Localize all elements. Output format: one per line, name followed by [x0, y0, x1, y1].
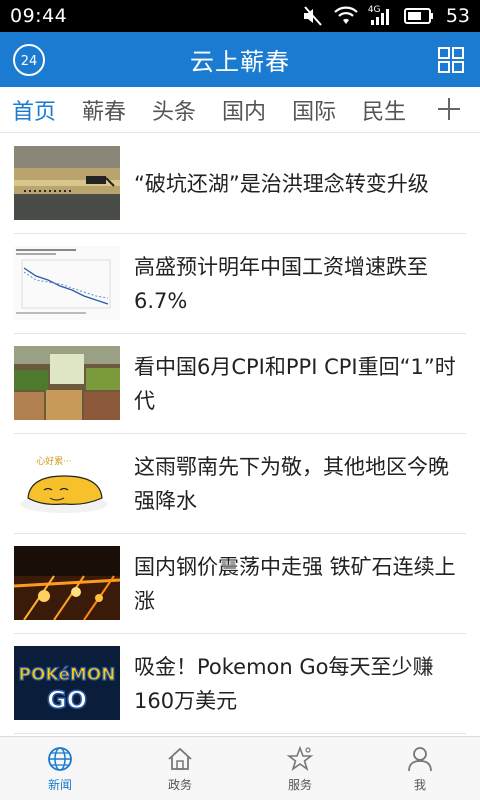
bottom-nav: 新闻 政务 服务 我 — [0, 736, 480, 800]
news-item[interactable]: “破坑还湖”是治洪理念转变升级 — [14, 134, 466, 234]
news-list: “破坑还湖”是治洪理念转变升级 高盛预计明年中国工资增速跌至6.7% 看中国6月… — [0, 134, 480, 734]
vegetable-market-photo — [14, 346, 120, 420]
news-title: 吸金！Pokemon Go每天至少赚160万美元 — [134, 655, 434, 713]
lake-excavator-photo — [14, 146, 120, 220]
tab-domestic[interactable]: 国内 — [222, 94, 266, 126]
cartoon-caption: 心好累··· — [36, 455, 72, 467]
nav-services-label: 服务 — [287, 777, 312, 792]
tab-international[interactable]: 国际 — [292, 94, 336, 126]
status-time: 09:44 — [10, 5, 68, 27]
star-icon — [286, 745, 314, 771]
page-title: 云上蕲春 — [190, 48, 290, 76]
news-title: 国内钢价震荡中走强 铁矿石连续上涨 — [134, 555, 456, 613]
news-title: 这雨鄂南先下为敬，其他地区今晚强降水 — [134, 455, 449, 513]
battery-level: 53 — [445, 5, 470, 27]
status-bar: 09:44 4G 53 — [0, 0, 480, 32]
channel-tabs: 首页 蕲春 头条 国内 国际 民生 — [0, 87, 480, 133]
pokemon-go-logo: POKéMON GO — [14, 646, 120, 720]
plus-icon[interactable] — [436, 96, 462, 122]
lazy-egg-cartoon: 心好累··· — [14, 446, 120, 520]
pokemon-logo-bottom: GO — [47, 686, 87, 714]
app-header: 24 云上蕲春 — [0, 32, 480, 87]
app-logo-icon[interactable]: 24 — [12, 43, 46, 77]
mute-icon — [303, 6, 322, 26]
nav-news-label: 新闻 — [47, 777, 72, 792]
status-icons: 4G 53 — [302, 5, 470, 27]
news-item[interactable]: 国内钢价震荡中走强 铁矿石连续上涨 — [14, 534, 466, 634]
nav-news[interactable]: 新闻 — [0, 737, 120, 800]
tab-home[interactable]: 首页 — [12, 94, 56, 126]
nav-me[interactable]: 我 — [360, 737, 480, 800]
tab-headlines[interactable]: 头条 — [152, 94, 196, 126]
news-item[interactable]: 看中国6月CPI和PPI CPI重回“1”时代 — [14, 334, 466, 434]
news-item[interactable]: 心好累··· 这雨鄂南先下为敬，其他地区今晚强降水 — [14, 434, 466, 534]
nav-me-label: 我 — [413, 777, 426, 792]
nav-government-label: 政务 — [167, 777, 192, 792]
nav-government[interactable]: 政务 — [120, 737, 240, 800]
user-icon — [408, 746, 432, 771]
wifi-icon — [334, 6, 358, 24]
globe-icon — [48, 746, 72, 771]
nav-services[interactable]: 服务 — [240, 737, 360, 800]
wage-growth-chart-image — [14, 246, 120, 320]
news-title: 看中国6月CPI和PPI CPI重回“1”时代 — [134, 355, 456, 413]
steel-mill-sparks-photo — [14, 546, 120, 620]
news-item[interactable]: 高盛预计明年中国工资增速跌至6.7% — [14, 234, 466, 334]
pokemon-logo-top: POKéMON — [19, 665, 116, 685]
grid-icon[interactable] — [438, 47, 464, 73]
tab-livelihood[interactable]: 民生 — [362, 94, 406, 126]
signal-icon: 4G — [368, 5, 394, 26]
tab-qichun[interactable]: 蕲春 — [82, 94, 126, 126]
app-logo-text: 24 — [21, 54, 38, 69]
news-title: 高盛预计明年中国工资增速跌至6.7% — [134, 255, 428, 313]
home-icon — [168, 747, 192, 770]
news-item[interactable]: POKéMON GO 吸金！Pokemon Go每天至少赚160万美元 — [14, 634, 466, 734]
battery-icon — [403, 8, 433, 24]
news-title: “破坑还湖”是治洪理念转变升级 — [134, 172, 429, 196]
